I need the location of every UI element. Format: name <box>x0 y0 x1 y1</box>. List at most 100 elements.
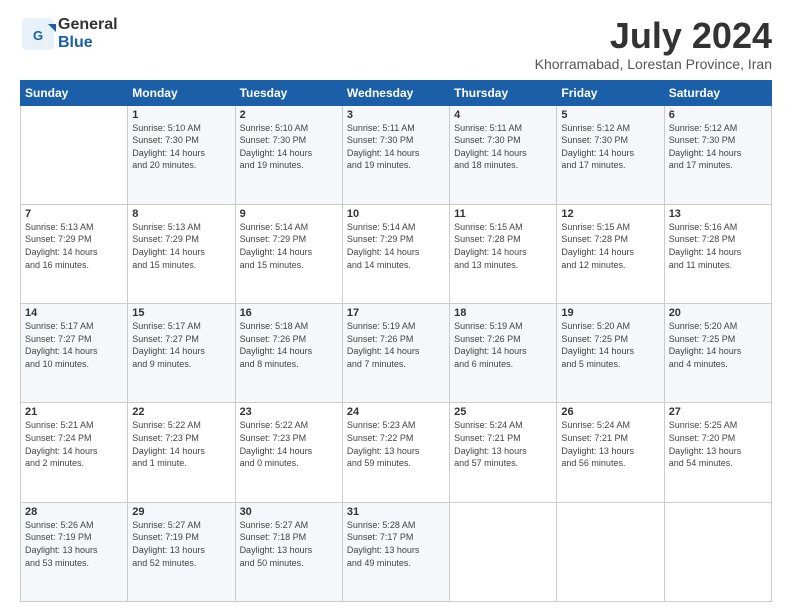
day-info: Sunrise: 5:25 AM Sunset: 7:20 PM Dayligh… <box>669 419 767 469</box>
day-info: Sunrise: 5:26 AM Sunset: 7:19 PM Dayligh… <box>25 519 123 569</box>
day-number: 19 <box>561 307 659 319</box>
calendar-cell: 22Sunrise: 5:22 AM Sunset: 7:23 PM Dayli… <box>128 403 235 502</box>
day-number: 14 <box>25 307 123 319</box>
day-number: 23 <box>240 406 338 418</box>
calendar-cell: 6Sunrise: 5:12 AM Sunset: 7:30 PM Daylig… <box>664 105 771 204</box>
day-info: Sunrise: 5:11 AM Sunset: 7:30 PM Dayligh… <box>347 122 445 172</box>
day-info: Sunrise: 5:12 AM Sunset: 7:30 PM Dayligh… <box>669 122 767 172</box>
calendar-cell: 13Sunrise: 5:16 AM Sunset: 7:28 PM Dayli… <box>664 204 771 303</box>
day-info: Sunrise: 5:18 AM Sunset: 7:26 PM Dayligh… <box>240 320 338 370</box>
day-number: 16 <box>240 307 338 319</box>
logo-general: General <box>58 16 118 34</box>
day-number: 17 <box>347 307 445 319</box>
calendar-cell: 12Sunrise: 5:15 AM Sunset: 7:28 PM Dayli… <box>557 204 664 303</box>
day-info: Sunrise: 5:20 AM Sunset: 7:25 PM Dayligh… <box>561 320 659 370</box>
day-number: 8 <box>132 208 230 220</box>
calendar-table: SundayMondayTuesdayWednesdayThursdayFrid… <box>20 80 772 602</box>
day-info: Sunrise: 5:15 AM Sunset: 7:28 PM Dayligh… <box>454 221 552 271</box>
calendar-cell: 21Sunrise: 5:21 AM Sunset: 7:24 PM Dayli… <box>21 403 128 502</box>
day-header-tuesday: Tuesday <box>235 80 342 105</box>
day-number: 7 <box>25 208 123 220</box>
day-number: 25 <box>454 406 552 418</box>
calendar-cell: 20Sunrise: 5:20 AM Sunset: 7:25 PM Dayli… <box>664 304 771 403</box>
day-info: Sunrise: 5:23 AM Sunset: 7:22 PM Dayligh… <box>347 419 445 469</box>
day-info: Sunrise: 5:13 AM Sunset: 7:29 PM Dayligh… <box>132 221 230 271</box>
day-header-saturday: Saturday <box>664 80 771 105</box>
day-number: 1 <box>132 109 230 121</box>
logo: G General Blue <box>20 16 118 52</box>
day-info: Sunrise: 5:27 AM Sunset: 7:18 PM Dayligh… <box>240 519 338 569</box>
calendar-cell: 9Sunrise: 5:14 AM Sunset: 7:29 PM Daylig… <box>235 204 342 303</box>
month-title: July 2024 <box>535 16 772 56</box>
day-info: Sunrise: 5:17 AM Sunset: 7:27 PM Dayligh… <box>25 320 123 370</box>
day-number: 3 <box>347 109 445 121</box>
day-info: Sunrise: 5:17 AM Sunset: 7:27 PM Dayligh… <box>132 320 230 370</box>
calendar-cell: 26Sunrise: 5:24 AM Sunset: 7:21 PM Dayli… <box>557 403 664 502</box>
calendar-week-3: 14Sunrise: 5:17 AM Sunset: 7:27 PM Dayli… <box>21 304 772 403</box>
calendar-cell: 5Sunrise: 5:12 AM Sunset: 7:30 PM Daylig… <box>557 105 664 204</box>
day-info: Sunrise: 5:14 AM Sunset: 7:29 PM Dayligh… <box>347 221 445 271</box>
day-info: Sunrise: 5:20 AM Sunset: 7:25 PM Dayligh… <box>669 320 767 370</box>
calendar-cell: 8Sunrise: 5:13 AM Sunset: 7:29 PM Daylig… <box>128 204 235 303</box>
day-number: 20 <box>669 307 767 319</box>
calendar-cell: 30Sunrise: 5:27 AM Sunset: 7:18 PM Dayli… <box>235 502 342 601</box>
day-info: Sunrise: 5:19 AM Sunset: 7:26 PM Dayligh… <box>347 320 445 370</box>
day-header-thursday: Thursday <box>450 80 557 105</box>
day-number: 28 <box>25 506 123 518</box>
calendar-cell <box>21 105 128 204</box>
day-number: 31 <box>347 506 445 518</box>
day-number: 5 <box>561 109 659 121</box>
calendar-cell: 29Sunrise: 5:27 AM Sunset: 7:19 PM Dayli… <box>128 502 235 601</box>
day-info: Sunrise: 5:24 AM Sunset: 7:21 PM Dayligh… <box>561 419 659 469</box>
day-header-sunday: Sunday <box>21 80 128 105</box>
day-info: Sunrise: 5:22 AM Sunset: 7:23 PM Dayligh… <box>240 419 338 469</box>
calendar-cell: 15Sunrise: 5:17 AM Sunset: 7:27 PM Dayli… <box>128 304 235 403</box>
calendar-cell: 19Sunrise: 5:20 AM Sunset: 7:25 PM Dayli… <box>557 304 664 403</box>
day-number: 30 <box>240 506 338 518</box>
day-number: 15 <box>132 307 230 319</box>
calendar-cell: 3Sunrise: 5:11 AM Sunset: 7:30 PM Daylig… <box>342 105 449 204</box>
calendar-week-4: 21Sunrise: 5:21 AM Sunset: 7:24 PM Dayli… <box>21 403 772 502</box>
day-number: 22 <box>132 406 230 418</box>
day-number: 11 <box>454 208 552 220</box>
calendar-cell: 2Sunrise: 5:10 AM Sunset: 7:30 PM Daylig… <box>235 105 342 204</box>
day-number: 2 <box>240 109 338 121</box>
calendar-cell <box>664 502 771 601</box>
day-info: Sunrise: 5:27 AM Sunset: 7:19 PM Dayligh… <box>132 519 230 569</box>
calendar-cell: 16Sunrise: 5:18 AM Sunset: 7:26 PM Dayli… <box>235 304 342 403</box>
subtitle: Khorramabad, Lorestan Province, Iran <box>535 56 772 72</box>
calendar-cell: 4Sunrise: 5:11 AM Sunset: 7:30 PM Daylig… <box>450 105 557 204</box>
day-number: 12 <box>561 208 659 220</box>
calendar-header-row: SundayMondayTuesdayWednesdayThursdayFrid… <box>21 80 772 105</box>
day-info: Sunrise: 5:12 AM Sunset: 7:30 PM Dayligh… <box>561 122 659 172</box>
day-header-wednesday: Wednesday <box>342 80 449 105</box>
day-info: Sunrise: 5:21 AM Sunset: 7:24 PM Dayligh… <box>25 419 123 469</box>
calendar-cell: 14Sunrise: 5:17 AM Sunset: 7:27 PM Dayli… <box>21 304 128 403</box>
day-number: 18 <box>454 307 552 319</box>
day-info: Sunrise: 5:28 AM Sunset: 7:17 PM Dayligh… <box>347 519 445 569</box>
calendar-cell: 7Sunrise: 5:13 AM Sunset: 7:29 PM Daylig… <box>21 204 128 303</box>
day-info: Sunrise: 5:14 AM Sunset: 7:29 PM Dayligh… <box>240 221 338 271</box>
day-info: Sunrise: 5:10 AM Sunset: 7:30 PM Dayligh… <box>240 122 338 172</box>
day-number: 6 <box>669 109 767 121</box>
day-info: Sunrise: 5:24 AM Sunset: 7:21 PM Dayligh… <box>454 419 552 469</box>
day-number: 4 <box>454 109 552 121</box>
day-number: 9 <box>240 208 338 220</box>
day-info: Sunrise: 5:22 AM Sunset: 7:23 PM Dayligh… <box>132 419 230 469</box>
calendar-cell: 31Sunrise: 5:28 AM Sunset: 7:17 PM Dayli… <box>342 502 449 601</box>
day-number: 26 <box>561 406 659 418</box>
calendar-cell: 27Sunrise: 5:25 AM Sunset: 7:20 PM Dayli… <box>664 403 771 502</box>
day-number: 10 <box>347 208 445 220</box>
day-number: 27 <box>669 406 767 418</box>
day-info: Sunrise: 5:19 AM Sunset: 7:26 PM Dayligh… <box>454 320 552 370</box>
calendar-cell: 24Sunrise: 5:23 AM Sunset: 7:22 PM Dayli… <box>342 403 449 502</box>
title-area: July 2024 Khorramabad, Lorestan Province… <box>535 16 772 72</box>
page: G General Blue July 2024 Khorramabad, Lo… <box>0 0 792 612</box>
svg-text:G: G <box>33 28 43 43</box>
day-info: Sunrise: 5:16 AM Sunset: 7:28 PM Dayligh… <box>669 221 767 271</box>
day-number: 21 <box>25 406 123 418</box>
calendar-cell: 10Sunrise: 5:14 AM Sunset: 7:29 PM Dayli… <box>342 204 449 303</box>
day-info: Sunrise: 5:10 AM Sunset: 7:30 PM Dayligh… <box>132 122 230 172</box>
calendar-week-5: 28Sunrise: 5:26 AM Sunset: 7:19 PM Dayli… <box>21 502 772 601</box>
calendar-cell: 11Sunrise: 5:15 AM Sunset: 7:28 PM Dayli… <box>450 204 557 303</box>
